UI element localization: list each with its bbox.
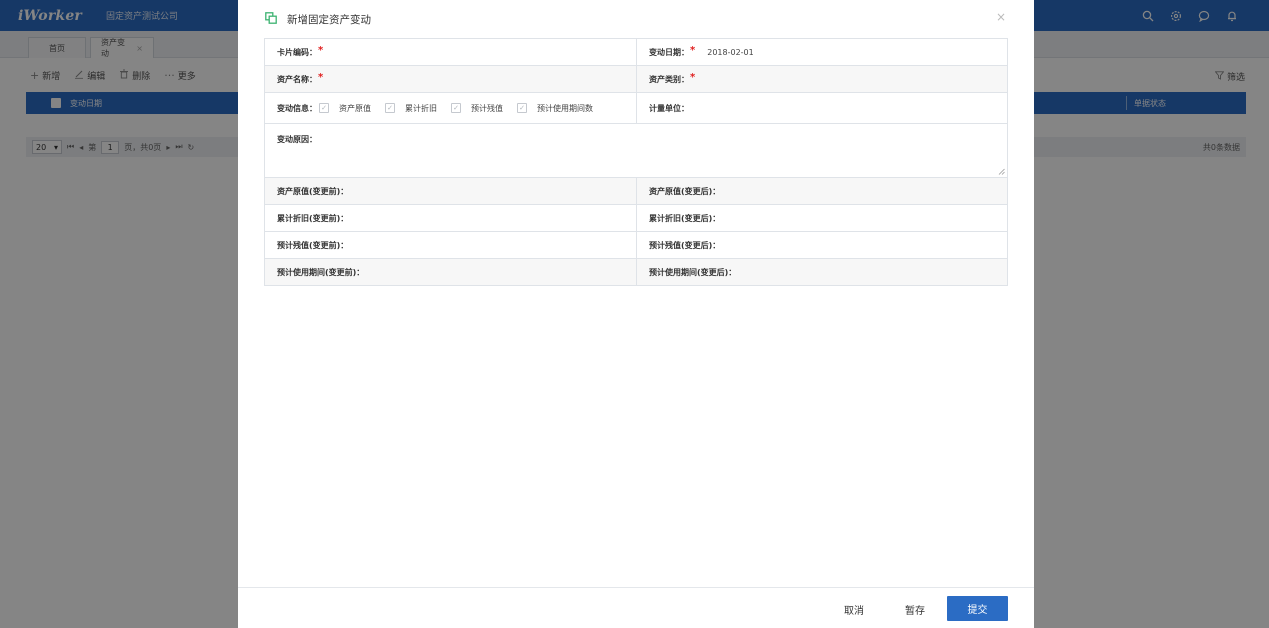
dialog-header: 新增固定资产变动 × bbox=[238, 0, 1034, 36]
form-row: 预计残值(变更前)： 预计残值(变更后)： bbox=[265, 232, 1007, 259]
asset-name-label: 资产名称： bbox=[277, 74, 317, 84]
checkbox-label: 预计使用期间数 bbox=[537, 103, 593, 113]
unit-label: 计量单位： bbox=[649, 103, 689, 113]
residual-before-field[interactable]: 预计残值(变更前)： bbox=[265, 232, 636, 258]
checkbox-original-value[interactable]: ✓ 资产原值 bbox=[319, 103, 371, 114]
form-row: 变动信息： ✓ 资产原值 ✓ 累计折旧 ✓ 预计残值 ✓ 预计使用期间数 计量单… bbox=[265, 93, 1007, 124]
depreciation-after-field[interactable]: 累计折旧(变更后)： bbox=[636, 205, 1007, 231]
check-icon: ✓ bbox=[385, 103, 395, 113]
add-asset-change-dialog: 新增固定资产变动 × 卡片编码： * 变动日期： * 2018-02-01 资产… bbox=[238, 0, 1034, 628]
required-mark: * bbox=[318, 44, 324, 56]
cancel-button[interactable]: 取消 bbox=[844, 602, 864, 617]
asset-name-field[interactable]: 资产名称： * bbox=[265, 66, 636, 92]
save-draft-button[interactable]: 暂存 bbox=[905, 602, 925, 617]
required-mark: * bbox=[690, 71, 696, 83]
period-after-label: 预计使用期间(变更后)： bbox=[649, 267, 737, 277]
checkbox-label: 累计折旧 bbox=[405, 103, 437, 113]
unit-field[interactable]: 计量单位： bbox=[636, 93, 1007, 123]
close-icon[interactable]: × bbox=[996, 10, 1006, 24]
required-mark: * bbox=[690, 44, 696, 56]
original-before-label: 资产原值(变更前)： bbox=[277, 186, 349, 196]
period-before-field[interactable]: 预计使用期间(变更前)： bbox=[265, 259, 636, 285]
form-row: 资产名称： * 资产类别： * bbox=[265, 66, 1007, 93]
card-code-label: 卡片编码： bbox=[277, 47, 317, 57]
required-mark: * bbox=[318, 71, 324, 83]
dialog-title: 新增固定资产变动 bbox=[287, 14, 371, 26]
checkbox-label: 资产原值 bbox=[339, 103, 371, 113]
period-after-field[interactable]: 预计使用期间(变更后)： bbox=[636, 259, 1007, 285]
copy-icon bbox=[265, 12, 277, 24]
checkbox-residual-value[interactable]: ✓ 预计残值 bbox=[451, 103, 503, 114]
asset-category-field[interactable]: 资产类别： * bbox=[636, 66, 1007, 92]
form-row: 资产原值(变更前)： 资产原值(变更后)： bbox=[265, 178, 1007, 205]
residual-after-label: 预计残值(变更后)： bbox=[649, 240, 721, 250]
depreciation-before-field[interactable]: 累计折旧(变更前)： bbox=[265, 205, 636, 231]
residual-before-label: 预计残值(变更前)： bbox=[277, 240, 349, 250]
change-reason-textarea[interactable]: 变动原因： bbox=[265, 124, 1007, 177]
change-date-value[interactable]: 2018-02-01 bbox=[707, 48, 754, 57]
form-row: 预计使用期间(变更前)： 预计使用期间(变更后)： bbox=[265, 259, 1007, 286]
period-before-label: 预计使用期间(变更前)： bbox=[277, 267, 365, 277]
checkbox-label: 预计残值 bbox=[471, 103, 503, 113]
original-before-field[interactable]: 资产原值(变更前)： bbox=[265, 178, 636, 204]
asset-category-label: 资产类别： bbox=[649, 74, 689, 84]
asset-change-form: 卡片编码： * 变动日期： * 2018-02-01 资产名称： * 资产类别：… bbox=[264, 38, 1008, 286]
depreciation-before-label: 累计折旧(变更前)： bbox=[277, 213, 349, 223]
checkbox-accum-depreciation[interactable]: ✓ 累计折旧 bbox=[385, 103, 437, 114]
change-date-field[interactable]: 变动日期： * 2018-02-01 bbox=[636, 39, 1007, 65]
change-date-label: 变动日期： bbox=[649, 47, 689, 57]
change-info-label: 变动信息： bbox=[277, 103, 317, 113]
change-reason-label: 变动原因： bbox=[277, 135, 317, 144]
submit-button[interactable]: 提交 bbox=[947, 596, 1008, 621]
residual-after-field[interactable]: 预计残值(变更后)： bbox=[636, 232, 1007, 258]
change-info-field: 变动信息： ✓ 资产原值 ✓ 累计折旧 ✓ 预计残值 ✓ 预计使用期间数 bbox=[265, 93, 636, 123]
depreciation-after-label: 累计折旧(变更后)： bbox=[649, 213, 721, 223]
resize-handle-icon[interactable] bbox=[998, 168, 1005, 175]
dialog-footer: 取消 暂存 提交 bbox=[238, 587, 1034, 628]
original-after-field[interactable]: 资产原值(变更后)： bbox=[636, 178, 1007, 204]
check-icon: ✓ bbox=[319, 103, 329, 113]
check-icon: ✓ bbox=[451, 103, 461, 113]
original-after-label: 资产原值(变更后)： bbox=[649, 186, 721, 196]
form-row: 累计折旧(变更前)： 累计折旧(变更后)： bbox=[265, 205, 1007, 232]
form-row: 变动原因： bbox=[265, 124, 1007, 178]
change-info-options: ✓ 资产原值 ✓ 累计折旧 ✓ 预计残值 ✓ 预计使用期间数 bbox=[319, 103, 607, 114]
form-row: 卡片编码： * 变动日期： * 2018-02-01 bbox=[265, 39, 1007, 66]
card-code-field[interactable]: 卡片编码： * bbox=[265, 39, 636, 65]
checkbox-useful-periods[interactable]: ✓ 预计使用期间数 bbox=[517, 103, 593, 114]
check-icon: ✓ bbox=[517, 103, 527, 113]
